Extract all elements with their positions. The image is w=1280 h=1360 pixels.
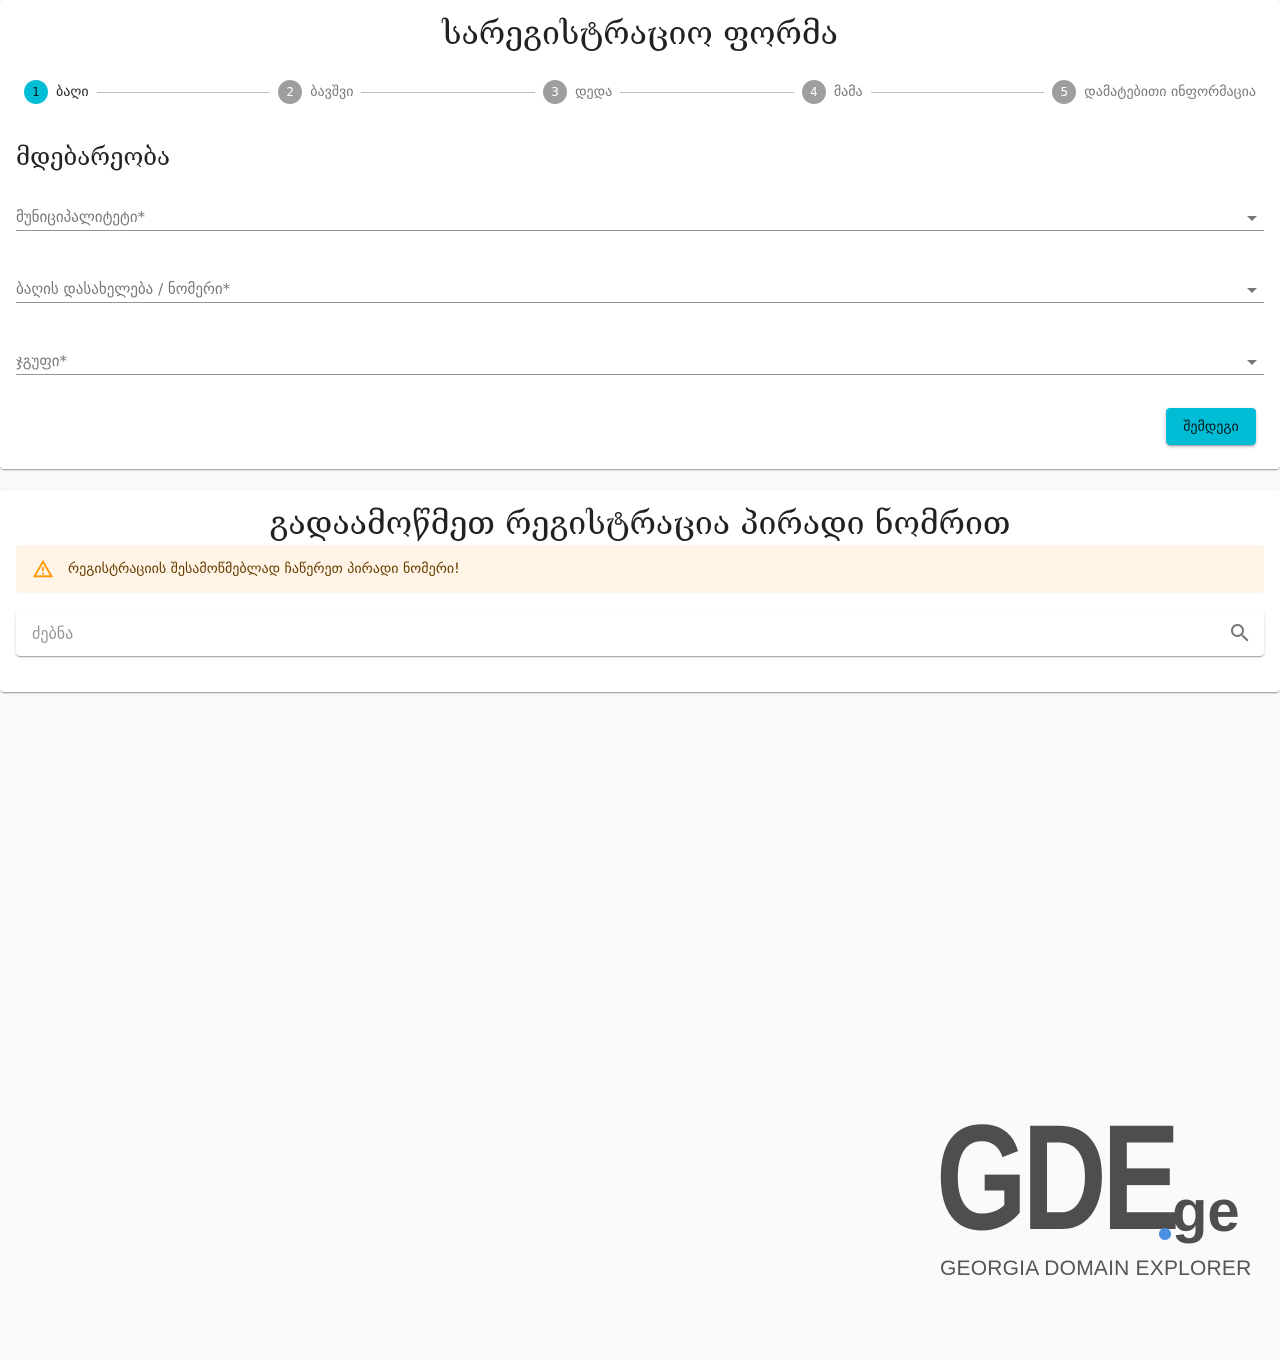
- municipality-label: მუნიციპალიტეტი*: [16, 208, 146, 226]
- logo-letters: GDE: [936, 1093, 1180, 1261]
- step-additional-info[interactable]: 5 დამატებითი ინფორმაცია: [1052, 80, 1256, 104]
- kindergarten-select[interactable]: ბაღის დასახელება / ნომერი*: [16, 273, 1264, 303]
- step-child[interactable]: 2 ბავშვი: [278, 80, 353, 104]
- step-label: ბავშვი: [310, 84, 354, 100]
- section-title: მდებარეობა: [16, 143, 170, 171]
- registration-title: სარეგისტრაციო ფორმა: [442, 14, 838, 52]
- search-icon[interactable]: [1228, 621, 1252, 645]
- search-box: [16, 611, 1264, 656]
- step-connector: [361, 91, 536, 93]
- logo-suffix: ge: [1172, 1179, 1240, 1244]
- alert-message: რეგისტრაციის შესამოწმებლად ჩაწერეთ პირად…: [68, 561, 460, 577]
- check-title: გადაამოწმეთ რეგისტრაცია პირადი ნომრით: [269, 504, 1011, 542]
- group-label: ჯგუფი*: [16, 352, 68, 370]
- step-number: 1: [24, 80, 48, 104]
- step-number: 4: [801, 80, 826, 104]
- warning-icon: [32, 558, 54, 580]
- dropdown-arrow-icon: [1247, 216, 1257, 221]
- step-mother[interactable]: 3 დედა: [543, 80, 612, 104]
- step-number: 3: [543, 80, 568, 104]
- group-select[interactable]: ჯგუფი*: [16, 345, 1264, 375]
- logo-dot: [1159, 1228, 1171, 1240]
- dropdown-arrow-icon: [1247, 288, 1257, 293]
- step-connector: [96, 91, 271, 93]
- search-input[interactable]: [16, 611, 1206, 656]
- stepper: 1 ბაღი 2 ბავშვი 3 დედა 4 მამა 5 დამატები…: [24, 79, 1256, 105]
- logo-subtitle: GEORGIA DOMAIN EXPLORER: [940, 1257, 1252, 1280]
- registration-card: სარეგისტრაციო ფორმა 1 ბაღი 2 ბავშვი 3 დე…: [0, 0, 1280, 469]
- step-label: ბაღი: [56, 84, 89, 100]
- next-button[interactable]: შემდეგი: [1166, 408, 1256, 445]
- step-label: დამატებითი ინფორმაცია: [1084, 84, 1256, 100]
- gde-logo: GDE ge GEORGIA DOMAIN EXPLORER: [936, 1093, 1251, 1292]
- warning-alert: რეგისტრაციის შესამოწმებლად ჩაწერეთ პირად…: [16, 545, 1264, 593]
- step-number: 5: [1052, 80, 1077, 104]
- kindergarten-label: ბაღის დასახელება / ნომერი*: [16, 280, 231, 298]
- step-father[interactable]: 4 მამა: [801, 80, 863, 104]
- step-label: მამა: [833, 84, 863, 100]
- step-connector: [620, 91, 794, 93]
- step-number: 2: [278, 80, 303, 104]
- step-label: დედა: [575, 84, 613, 100]
- dropdown-arrow-icon: [1247, 360, 1257, 365]
- check-registration-card: გადაამოწმეთ რეგისტრაცია პირადი ნომრით რე…: [0, 490, 1280, 692]
- step-connector: [870, 91, 1045, 93]
- municipality-select[interactable]: მუნიციპალიტეტი*: [16, 201, 1264, 231]
- step-kindergarten[interactable]: 1 ბაღი: [24, 80, 89, 104]
